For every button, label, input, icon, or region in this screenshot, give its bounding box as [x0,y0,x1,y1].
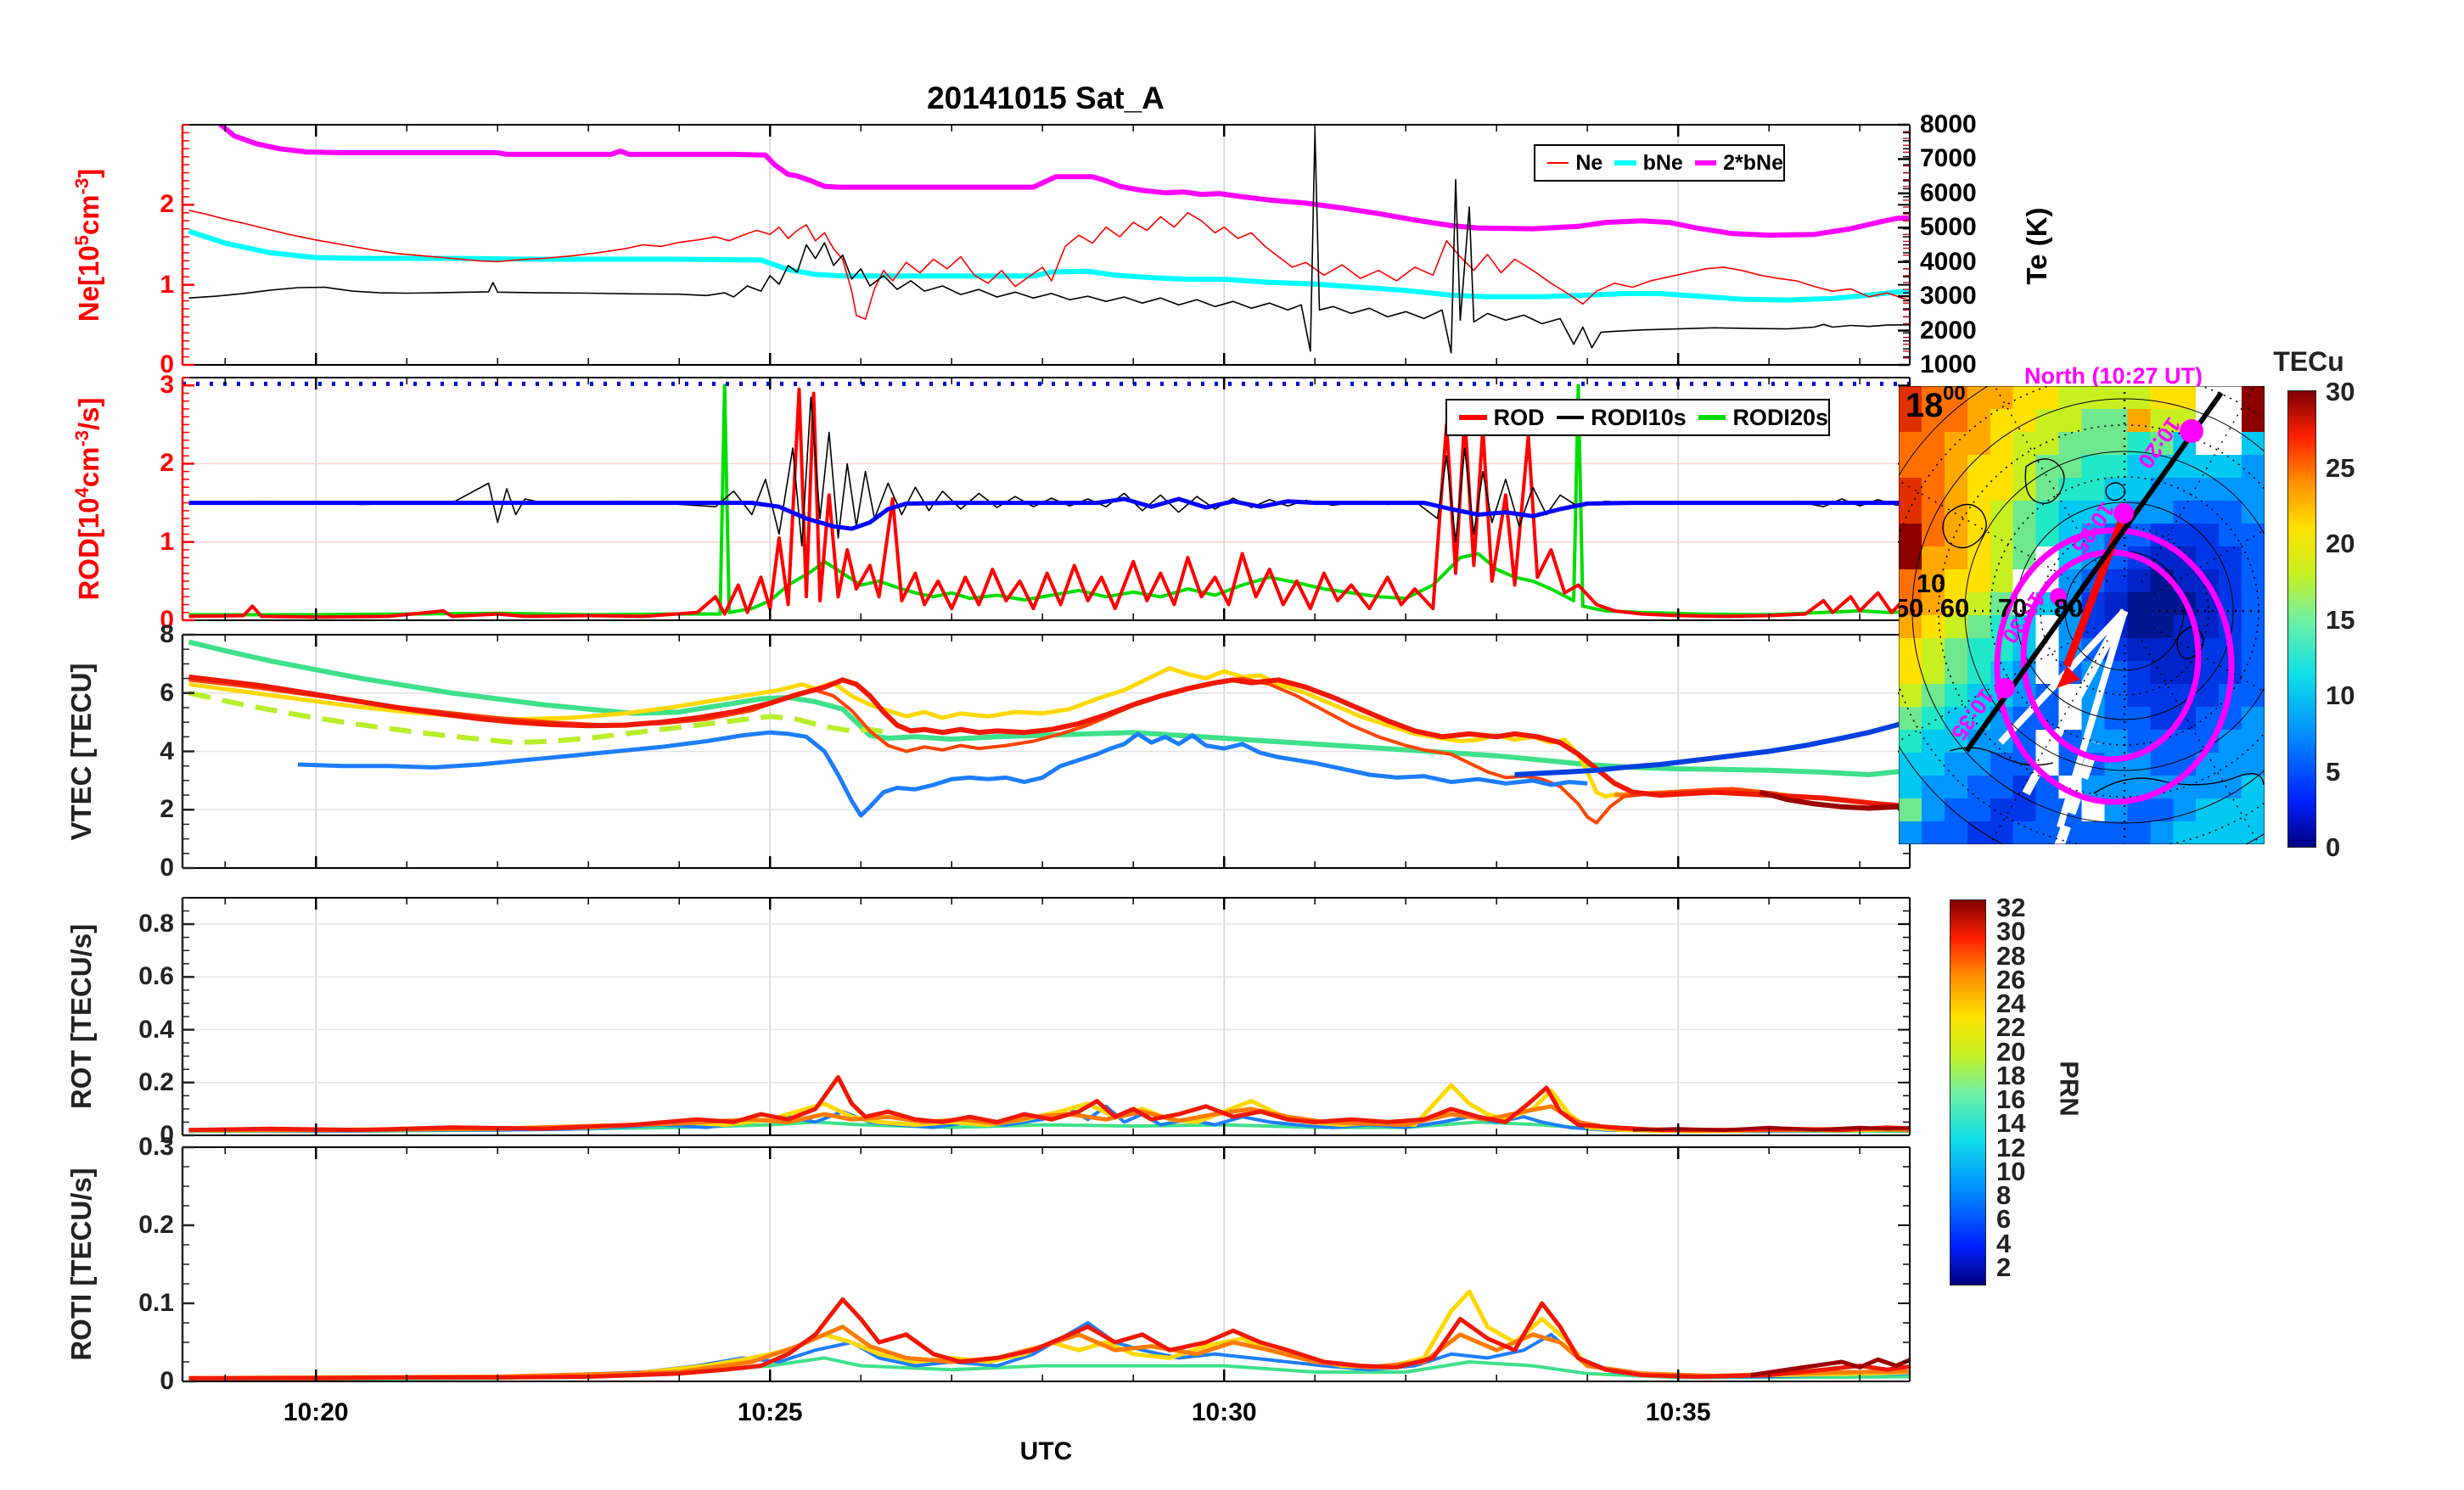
map-label: 70 [1998,593,2027,623]
te-tick: 3000 [1920,282,1977,311]
ylabel-vtec: VTEC [TECU] [65,663,97,840]
ylabel-ne: Ne[105cm-3] [71,168,104,322]
ylabel-rot: ROT [TECU/s] [65,923,97,1110]
map-label: 80 [2054,593,2083,623]
te-tick: 4000 [1920,247,1977,276]
y-tick-rod: 2 [160,449,174,478]
x-axis-title: UTC [1019,1437,1073,1465]
x-tick: 10:35 [1645,1398,1711,1426]
y-tick-vtec: 0 [160,854,174,882]
tecu-tick: 20 [2326,529,2355,558]
y-tick-rod: 3 [160,371,174,400]
x-tick: 10:25 [737,1398,803,1426]
y-tick-rot: 0.8 [138,910,174,938]
prn-tick: 2 [1996,1252,2012,1282]
tecu-colorbar [2287,390,2316,848]
legend-rod: ROD RODI10s RODI20s [1445,399,1830,436]
y-tick-vtec: 4 [160,737,174,765]
y-tick-ne: 2 [160,190,174,219]
prn-colorbar [1950,899,1986,1286]
map-label: 00 [1943,386,1966,405]
legend-swatch [1459,415,1487,420]
legend-label: RODI10s [1591,404,1687,430]
map-label: 50 [1899,593,1923,623]
te-tick: 7000 [1920,144,1977,173]
y-tick-rod: 1 [160,527,174,556]
y-tick-vtec: 6 [160,678,174,707]
ylabel-rod: ROD[104cm-3/s] [71,397,104,601]
polar-tec-map: 10:2010:2510:3010:3518 001050 60 70 80 [1899,386,2265,844]
tecu-tick: 30 [2326,377,2355,406]
legend-label: 2*bNe [1723,150,1784,175]
tecu-tick: 15 [2326,604,2355,635]
tecu-tick: 10 [2326,681,2355,710]
legend-swatch [1694,160,1717,165]
legend-ne: Ne bNe 2*bNe [1534,144,1785,182]
y-tick-ne: 1 [160,270,174,299]
y-tick-vtec: 2 [160,795,174,824]
x-tick: 10:30 [1191,1398,1257,1426]
te-tick: 2000 [1920,316,1977,344]
prn-colorbar-title: PRN [2054,1061,2085,1117]
te-tick: 6000 [1920,178,1977,207]
tecu-tick: 5 [2326,756,2341,787]
map-label: 18 [1906,387,1944,424]
tecu-tick: 0 [2326,832,2341,862]
tecu-tick: 25 [2326,452,2355,483]
x-tick: 10:20 [283,1398,349,1426]
legend-label: RODI20s [1732,404,1828,430]
y-tick-rot: 0.2 [138,1067,174,1096]
legend-label: ROD [1493,404,1545,430]
te-tick: 5000 [1920,213,1977,242]
y-tick-rot: 0.6 [138,962,174,991]
map-label: 60 [1940,593,1969,623]
te-tick: 8000 [1920,110,1977,138]
y-tick-roti: 0.2 [138,1211,174,1239]
legend-swatch [1698,415,1726,420]
tecu-colorbar-title: TECu [2273,346,2344,377]
ylabel-roti: ROTI [TECU/s] [65,1168,97,1361]
y-tick-rot: 0.4 [138,1015,174,1044]
legend-label: Ne [1575,150,1603,175]
y-tick-roti: 0 [160,1367,174,1395]
y-tick-roti: 0.3 [138,1133,174,1161]
y-tick-roti: 0.1 [138,1289,174,1317]
legend-swatch [1547,162,1569,164]
legend-label: bNe [1642,150,1683,175]
legend-swatch [1614,160,1636,165]
ylabel-te: Te (K) [2021,207,2052,285]
y-tick-vtec: 8 [160,620,174,648]
figure: 20141015 Sat_A 0 1 2 8000 7000 6000 5000 4000 30… [0,0,2464,1490]
legend-swatch [1556,416,1585,419]
